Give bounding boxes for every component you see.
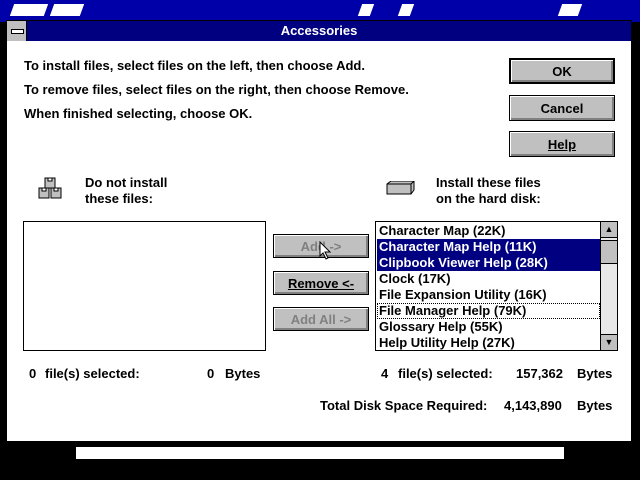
do-not-install-label: Do not install these files: (85, 175, 167, 207)
left-selected-text: file(s) selected: (45, 366, 140, 381)
left-selected-bytes: 0 (207, 366, 215, 381)
install-list-scrollbar[interactable]: ▲ ▼ (600, 222, 617, 350)
remove-button-label: Remove <- (287, 275, 355, 291)
total-space-value: 4,143,890 (504, 398, 562, 413)
dialog-title-bar: Accessories (7, 21, 631, 41)
install-list-item[interactable]: Character Map (22K) (377, 223, 600, 239)
install-items: Character Map (22K) Character Map Help (1… (377, 223, 600, 350)
scroll-up-icon[interactable]: ▲ (601, 222, 617, 238)
hard-disk-icon (386, 181, 415, 195)
system-menu-icon (11, 29, 24, 34)
install-list-item[interactable]: Character Map Help (11K) (377, 239, 600, 255)
install-list-item[interactable]: Glossary Help (55K) (377, 319, 600, 335)
desktop-background-top (0, 0, 640, 22)
left-selected-count: 0 (29, 366, 37, 381)
install-label: Install these files on the hard disk: (436, 175, 541, 207)
dialog-title: Accessories (280, 23, 358, 38)
add-all-button[interactable]: Add All -> (273, 307, 369, 331)
instruction-line-2: To remove files, select files on the rig… (24, 82, 409, 97)
background-decoration (9, 4, 49, 16)
cancel-button[interactable]: Cancel (509, 95, 615, 121)
install-list-item[interactable]: Clock (17K) (377, 271, 600, 287)
install-list-item[interactable]: File Manager Help (79K) (377, 303, 600, 319)
background-decoration (49, 4, 85, 16)
remove-button[interactable]: Remove <- (273, 271, 369, 295)
floppy-disks-icon (38, 177, 62, 199)
ok-button[interactable]: OK (509, 58, 615, 84)
right-bytes-unit: Bytes (577, 366, 613, 381)
do-not-install-listbox[interactable] (23, 221, 266, 351)
scroll-thumb[interactable] (601, 240, 617, 264)
right-selected-text: file(s) selected: (398, 366, 493, 381)
install-label-line1: Install these files (436, 175, 541, 190)
install-list-item[interactable]: Clipbook Viewer Help (28K) (377, 255, 600, 271)
install-listbox[interactable]: Character Map (22K) Character Map Help (1… (375, 221, 618, 351)
instruction-line-3: When finished selecting, choose OK. (24, 106, 253, 121)
right-selected-count: 4 (381, 366, 389, 381)
scroll-down-icon[interactable]: ▼ (601, 334, 617, 350)
total-space-unit: Bytes (577, 398, 613, 413)
left-bytes-unit: Bytes (225, 366, 261, 381)
background-bar (76, 447, 564, 459)
help-button[interactable]: Help (509, 131, 615, 157)
accessories-dialog: Accessories To install files, select fil… (6, 20, 632, 442)
total-space-label: Total Disk Space Required: (320, 398, 488, 413)
system-menu-button[interactable] (7, 21, 27, 41)
help-button-label: Help (547, 136, 577, 152)
install-list-item[interactable]: File Expansion Utility (16K) (377, 287, 600, 303)
install-label-line2: on the hard disk: (436, 191, 541, 206)
mouse-pointer-icon (319, 241, 332, 260)
do-not-install-label-line2: these files: (85, 191, 153, 206)
instruction-line-1: To install files, select files on the le… (24, 58, 365, 73)
do-not-install-label-line1: Do not install (85, 175, 168, 190)
right-selected-bytes: 157,362 (516, 366, 563, 381)
install-list-item[interactable]: Help Utility Help (27K) (377, 335, 600, 350)
desktop-background-bottom (0, 440, 640, 480)
